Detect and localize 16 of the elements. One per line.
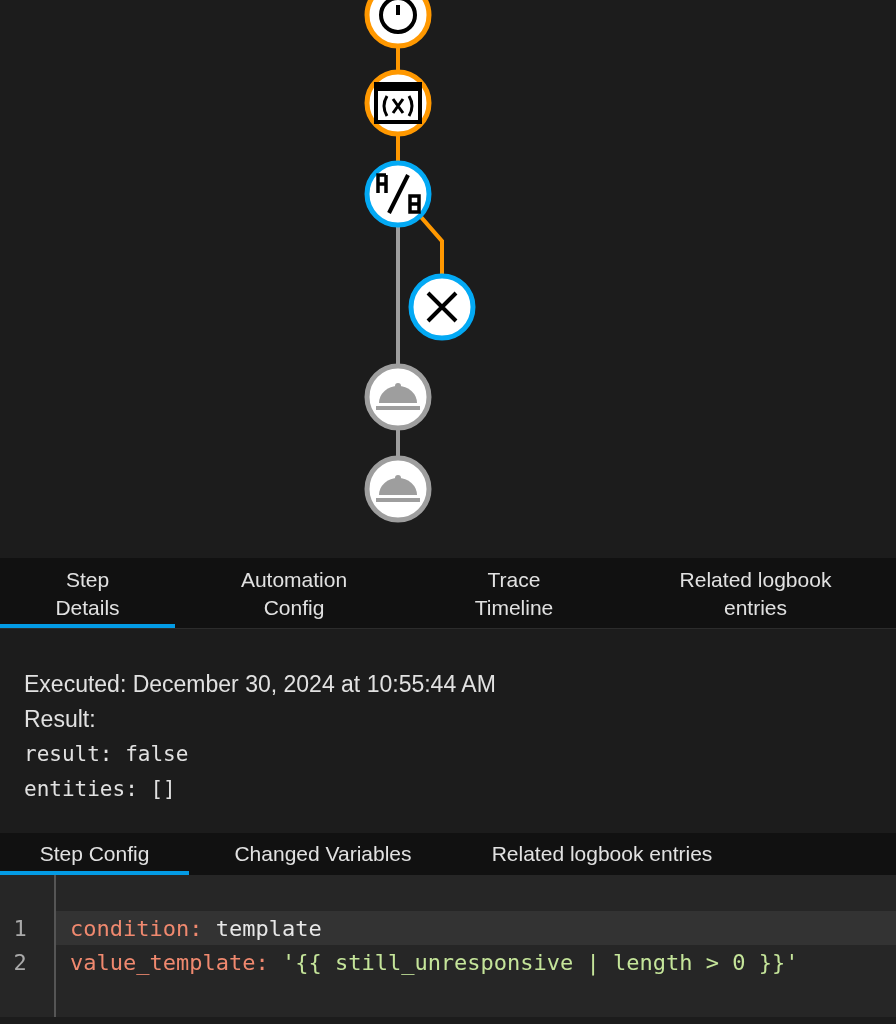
result-line: entities: [] <box>24 776 177 803</box>
trace-tab[interactable]: Trace Timeline <box>413 558 615 628</box>
step-node[interactable] <box>364 0 432 49</box>
line-number: 1 <box>12 915 28 941</box>
step-tab[interactable]: Changed Variables <box>189 833 457 875</box>
code-line: value_template: '{{ still_unresponsive | length > 0 }}' <box>69 948 800 978</box>
step-tab[interactable]: Related logbook entries <box>457 833 747 875</box>
trace-tab[interactable]: Related logbook entries <box>615 558 896 628</box>
code-editor[interactable]: 1 condition: template 2 value_template: '{{ still_unresponsive | length > 0 }}' <box>0 875 896 1017</box>
trace-tab[interactable]: Automation Config <box>175 558 413 628</box>
step-node[interactable] <box>408 273 476 341</box>
line-number: 2 <box>12 949 28 975</box>
trace-tab[interactable]: Step Details <box>0 558 175 628</box>
result-label: Result: <box>24 705 97 734</box>
result-line: result: false <box>24 741 190 768</box>
executed-time: Executed: December 30, 2024 at 10:55:44 AM <box>24 670 497 699</box>
